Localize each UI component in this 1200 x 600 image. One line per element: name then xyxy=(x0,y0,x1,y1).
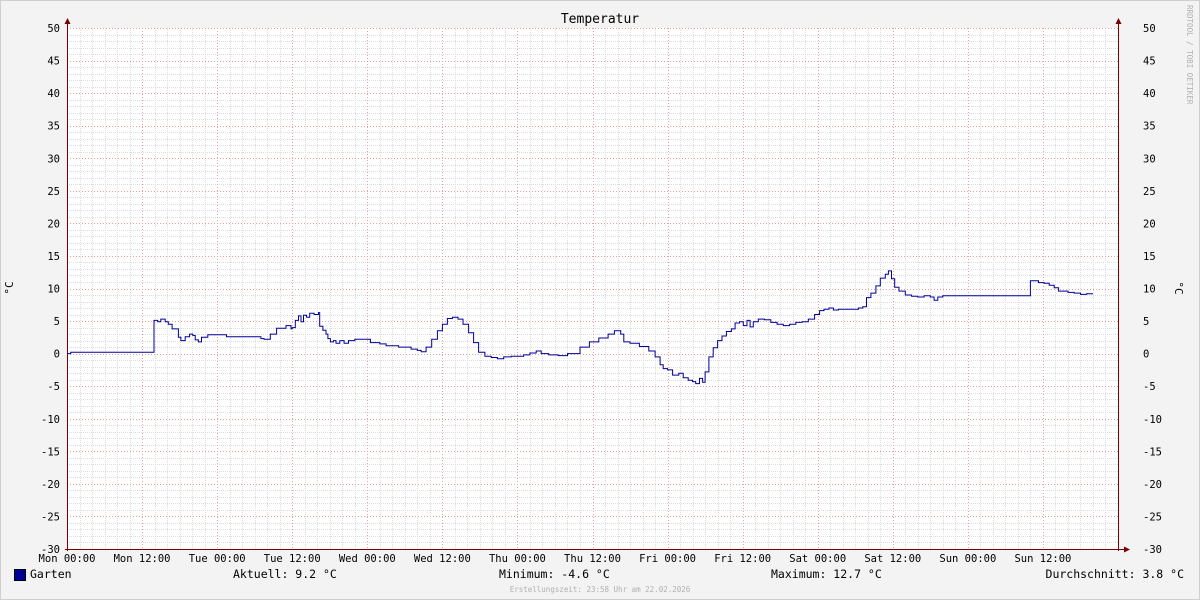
x-tick-label: Thu 12:00 xyxy=(564,553,621,565)
y-tick-label-left: 45 xyxy=(47,56,60,68)
y-tick-label-right: 35 xyxy=(1143,121,1156,133)
y-tick-label-left: 25 xyxy=(47,186,60,198)
x-tick-label: Mon 00:00 xyxy=(39,553,96,565)
temperature-chart: 50454035302520151050-5-10-15-20-25-30 50… xyxy=(3,5,1194,565)
y-tick-labels-left: 50454035302520151050-5-10-15-20-25-30 xyxy=(41,23,60,556)
y-tick-label-left: -10 xyxy=(41,414,60,426)
y-tick-label-right: 25 xyxy=(1143,186,1156,198)
y-tick-label-right: -30 xyxy=(1143,544,1162,556)
x-tick-label: Sun 00:00 xyxy=(939,553,996,565)
y-axis-label-left: °C xyxy=(3,281,16,294)
y-tick-label-right: -5 xyxy=(1143,381,1156,393)
creation-time: Erstellungszeit: 23:58 Uhr am 22.02.2026 xyxy=(509,585,691,594)
x-tick-label: Sat 12:00 xyxy=(864,553,921,565)
y-tick-label-left: 15 xyxy=(47,251,60,263)
x-tick-label: Thu 00:00 xyxy=(489,553,546,565)
y-tick-label-right: 50 xyxy=(1143,23,1156,35)
y-tick-label-right: -25 xyxy=(1143,511,1162,523)
stat-minimum: Minimum: -4.6 °C xyxy=(499,567,610,581)
y-tick-label-right: -20 xyxy=(1143,479,1162,491)
y-tick-label-right: -10 xyxy=(1143,414,1162,426)
y-tick-label-left: 40 xyxy=(47,88,60,100)
legend-label-garten: Garten xyxy=(30,567,72,581)
y-tick-label-left: 30 xyxy=(47,153,60,165)
x-axis-arrow xyxy=(1124,546,1130,553)
y-tick-label-left: 50 xyxy=(47,23,60,35)
stat-durchschnitt: Durchschnitt: 3.8 °C xyxy=(1045,567,1184,581)
y-tick-label-left: 10 xyxy=(47,284,60,296)
legend-swatch-garten xyxy=(14,569,26,581)
watermark: RRDTOOL / TOBI OETIKER xyxy=(1185,5,1194,105)
chart-title: Temperatur xyxy=(561,12,639,27)
x-tick-label: Fri 00:00 xyxy=(639,553,696,565)
y-axis-arrow-right xyxy=(1115,18,1122,24)
y-tick-label-right: 20 xyxy=(1143,218,1156,230)
y-tick-label-left: 35 xyxy=(47,121,60,133)
y-tick-label-right: -15 xyxy=(1143,446,1162,458)
y-tick-label-left: -20 xyxy=(41,479,60,491)
y-tick-label-left: 20 xyxy=(47,218,60,230)
stat-aktuell: Aktuell: 9.2 °C xyxy=(233,567,337,581)
x-tick-label: Fri 12:00 xyxy=(714,553,771,565)
y-tick-label-right: 30 xyxy=(1143,153,1156,165)
stat-maximum: Maximum: 12.7 °C xyxy=(771,567,882,581)
x-tick-label: Sun 12:00 xyxy=(1014,553,1071,565)
y-tick-label-left: -25 xyxy=(41,511,60,523)
x-tick-label: Mon 12:00 xyxy=(114,553,171,565)
y-tick-label-left: 5 xyxy=(54,316,60,328)
y-tick-label-right: 40 xyxy=(1143,88,1156,100)
x-tick-label: Sat 00:00 xyxy=(789,553,846,565)
y-tick-label-right: 5 xyxy=(1143,316,1149,328)
x-tick-label: Tue 12:00 xyxy=(264,553,321,565)
y-tick-label-left: -5 xyxy=(47,381,60,393)
plot-area xyxy=(67,28,1118,549)
y-tick-label-right: 45 xyxy=(1143,56,1156,68)
y-axis-label-right: °C xyxy=(1172,281,1185,294)
x-tick-label: Wed 12:00 xyxy=(414,553,471,565)
x-tick-label: Wed 00:00 xyxy=(339,553,396,565)
y-axis-arrow-left xyxy=(64,18,71,24)
y-tick-label-right: 0 xyxy=(1143,349,1149,361)
x-tick-labels: Mon 00:00 Mon 12:00 Tue 00:00 Tue 12:00 Wed … xyxy=(39,553,1072,565)
y-tick-label-right: 10 xyxy=(1143,284,1156,296)
y-tick-label-left: -15 xyxy=(41,446,60,458)
y-tick-labels-right: 50454035302520151050-5-10-15-20-25-30 xyxy=(1143,23,1162,556)
y-tick-label-left: 0 xyxy=(54,349,60,361)
y-tick-label-right: 15 xyxy=(1143,251,1156,263)
x-tick-label: Tue 00:00 xyxy=(189,553,246,565)
